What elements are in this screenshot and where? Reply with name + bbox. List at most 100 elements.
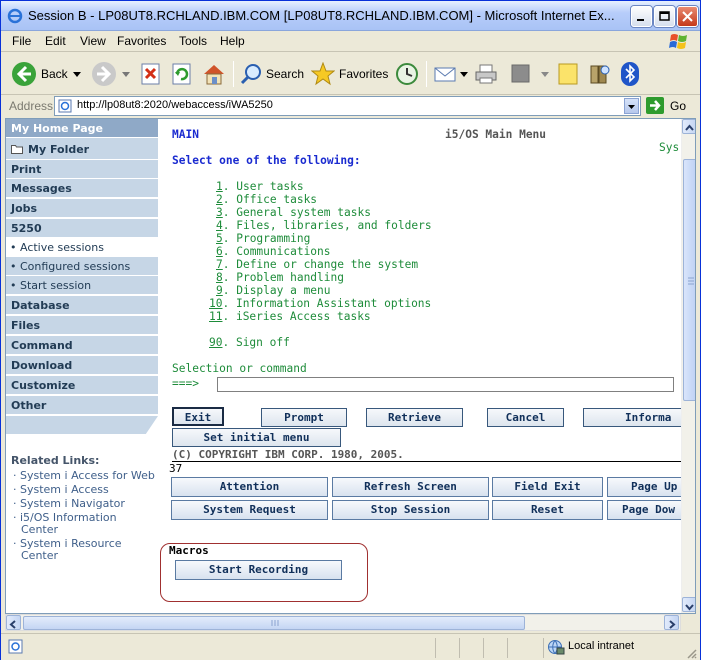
home-button[interactable] bbox=[201, 59, 229, 89]
status-cell bbox=[483, 638, 484, 658]
sidebar-item-download[interactable]: Download bbox=[6, 356, 158, 375]
sidebar-item-my-folder[interactable]: My Folder bbox=[6, 138, 158, 160]
toolbar-separator bbox=[233, 61, 234, 87]
page-down-button[interactable]: Page Dow bbox=[607, 500, 681, 520]
search-button[interactable]: Search bbox=[239, 59, 305, 89]
forward-button[interactable] bbox=[91, 59, 131, 89]
discuss-button[interactable] bbox=[557, 59, 583, 89]
resize-grip-icon[interactable] bbox=[685, 647, 697, 659]
related-links-heading: Related Links: bbox=[11, 454, 100, 467]
related-link[interactable]: · System i Access bbox=[11, 484, 156, 496]
menu-option[interactable]: 7. Define or change the system bbox=[216, 258, 418, 271]
set-initial-menu-button[interactable]: Set initial menu bbox=[172, 428, 341, 447]
menu-favorites[interactable]: Favorites bbox=[117, 34, 166, 48]
menu-option[interactable]: 10. Information Assistant options bbox=[209, 297, 431, 310]
sidebar-item-active-sessions[interactable]: • Active sessions bbox=[6, 238, 158, 257]
refresh-button[interactable] bbox=[171, 59, 195, 89]
back-arrow-icon bbox=[12, 62, 36, 86]
stop-button[interactable] bbox=[140, 59, 164, 89]
related-link[interactable]: · System i Navigator bbox=[11, 498, 156, 510]
sidebar-item-5250[interactable]: 5250 bbox=[6, 219, 158, 238]
research-button[interactable] bbox=[588, 59, 614, 89]
minimize-button[interactable] bbox=[631, 6, 652, 27]
refresh-screen-button[interactable]: Refresh Screen bbox=[332, 477, 489, 497]
page-up-button[interactable]: Page Up bbox=[607, 477, 681, 497]
maximize-button[interactable] bbox=[654, 6, 675, 27]
sidebar-item-start-session[interactable]: • Start session bbox=[6, 276, 158, 295]
menu-file[interactable]: File bbox=[12, 34, 31, 48]
prompt-button[interactable]: Prompt bbox=[261, 408, 347, 427]
vertical-scrollbar[interactable] bbox=[681, 119, 695, 613]
menu-option[interactable]: 6. Communications bbox=[216, 245, 331, 258]
menu-option[interactable]: 4. Files, libraries, and folders bbox=[216, 219, 432, 232]
sidebar-item-jobs[interactable]: Jobs bbox=[6, 199, 158, 218]
ie-icon bbox=[7, 8, 23, 24]
close-button[interactable] bbox=[677, 6, 698, 27]
information-button[interactable]: Informa bbox=[583, 408, 681, 427]
sidebar-item-database[interactable]: Database bbox=[6, 296, 158, 315]
menu-option[interactable]: 8. Problem handling bbox=[216, 271, 344, 284]
system-request-button[interactable]: System Request bbox=[171, 500, 328, 520]
search-icon bbox=[240, 64, 261, 85]
start-recording-button[interactable]: Start Recording bbox=[175, 560, 342, 580]
related-link[interactable]: · System i Access for Web bbox=[11, 470, 156, 482]
history-icon bbox=[396, 63, 418, 85]
edit-icon bbox=[511, 64, 530, 83]
related-link[interactable]: · i5/OS Information Center bbox=[11, 512, 156, 536]
scroll-up-button[interactable] bbox=[682, 119, 695, 134]
go-button[interactable]: Go bbox=[646, 97, 696, 115]
related-link[interactable]: · System i Resource Center bbox=[11, 538, 156, 562]
favorites-label: Favorites bbox=[339, 67, 389, 81]
refresh-icon bbox=[172, 63, 191, 85]
menu-option[interactable]: 2. Office tasks bbox=[216, 193, 317, 206]
minimize-icon bbox=[637, 19, 644, 21]
scroll-thumb[interactable] bbox=[683, 159, 695, 401]
sidebar-item-messages[interactable]: Messages bbox=[6, 179, 158, 198]
note-icon bbox=[558, 63, 578, 85]
sidebar-item-configured-sessions[interactable]: • Configured sessions bbox=[6, 257, 158, 276]
menu-help[interactable]: Help bbox=[220, 34, 245, 48]
sidebar-item-other[interactable]: Other bbox=[6, 396, 158, 415]
history-button[interactable] bbox=[395, 59, 421, 89]
page-status-icon bbox=[8, 639, 23, 654]
stop-session-button[interactable]: Stop Session bbox=[332, 500, 489, 520]
reset-button[interactable]: Reset bbox=[492, 500, 603, 520]
menu-option[interactable]: 9. Display a menu bbox=[216, 284, 331, 297]
print-button[interactable] bbox=[474, 59, 500, 89]
scroll-left-button[interactable] bbox=[6, 615, 21, 630]
sidebar-item-command[interactable]: Command bbox=[6, 336, 158, 355]
chevron-down-icon bbox=[460, 72, 468, 77]
edit-button[interactable] bbox=[509, 59, 549, 89]
menu-option[interactable]: 5. Programming bbox=[216, 232, 310, 245]
address-field[interactable]: http://lp08ut8:2020/webaccess/iWA5250 bbox=[54, 96, 641, 116]
scroll-thumb[interactable] bbox=[23, 616, 525, 630]
field-exit-button[interactable]: Field Exit bbox=[492, 477, 603, 497]
menu-edit[interactable]: Edit bbox=[45, 34, 66, 48]
mail-button[interactable] bbox=[433, 59, 469, 89]
exit-button[interactable]: Exit bbox=[172, 407, 224, 426]
attention-button[interactable]: Attention bbox=[171, 477, 328, 497]
menu-option[interactable]: 90. Sign off bbox=[209, 336, 290, 349]
back-button[interactable]: Back bbox=[11, 59, 83, 89]
favorites-button[interactable]: Favorites bbox=[311, 59, 389, 89]
command-input[interactable] bbox=[217, 377, 674, 392]
menu-option[interactable]: 11. iSeries Access tasks bbox=[209, 310, 371, 323]
menu-option[interactable]: 1. User tasks bbox=[216, 180, 304, 193]
scroll-down-button[interactable] bbox=[682, 597, 695, 612]
menu-view[interactable]: View bbox=[80, 34, 106, 48]
sidebar-item-customize[interactable]: Customize bbox=[6, 376, 158, 395]
sidebar-item-print[interactable]: Print bbox=[6, 160, 158, 179]
bluetooth-button[interactable] bbox=[620, 59, 644, 89]
sidebar-item-files[interactable]: Files bbox=[6, 316, 158, 335]
cursor-position: 37 bbox=[169, 462, 183, 475]
horizontal-scrollbar[interactable] bbox=[5, 614, 681, 631]
selection-label: Selection or command bbox=[172, 362, 307, 375]
sidebar-item-my-home-page[interactable]: My Home Page bbox=[6, 119, 158, 138]
folder-icon bbox=[11, 145, 23, 154]
scroll-right-button[interactable] bbox=[664, 615, 679, 630]
address-dropdown-button[interactable] bbox=[624, 98, 639, 114]
menu-tools[interactable]: Tools bbox=[179, 34, 207, 48]
menu-option[interactable]: 3. General system tasks bbox=[216, 206, 371, 219]
cancel-button[interactable]: Cancel bbox=[487, 408, 564, 427]
retrieve-button[interactable]: Retrieve bbox=[366, 408, 463, 427]
